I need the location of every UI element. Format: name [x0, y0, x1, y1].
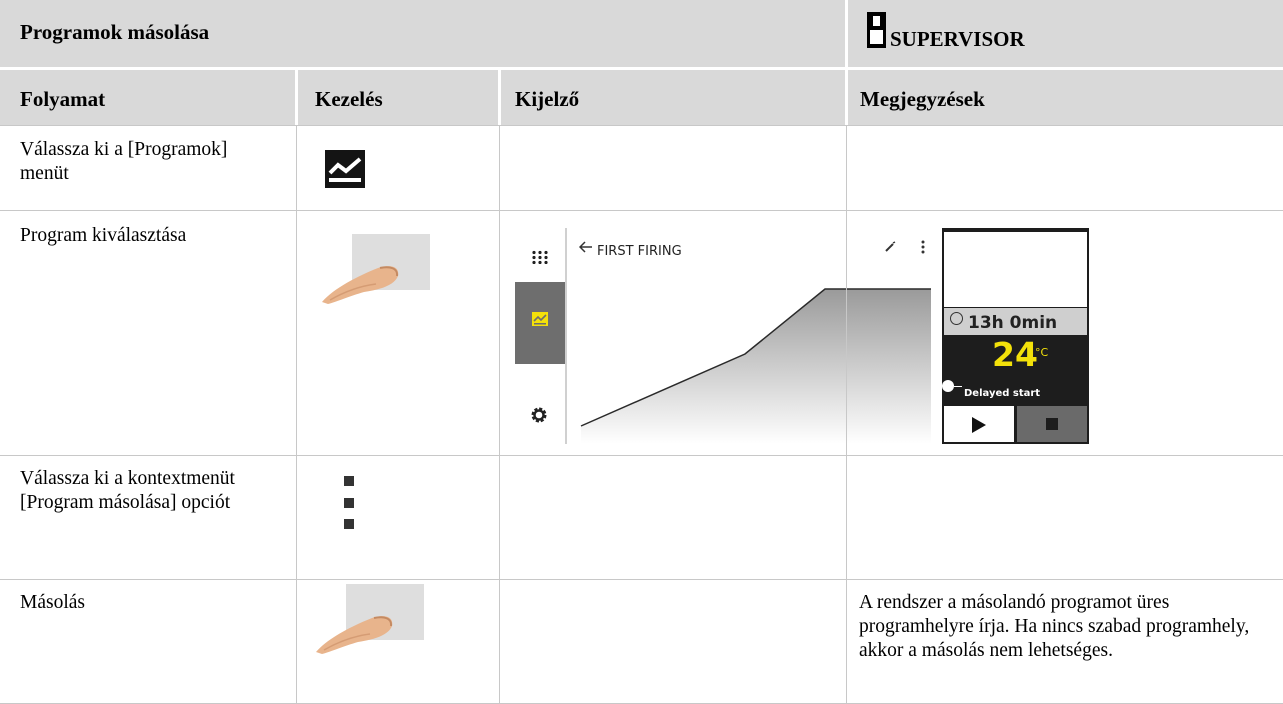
column-divider	[296, 125, 297, 704]
finger-tap-icon	[316, 584, 424, 654]
row-divider	[0, 210, 1283, 211]
duration-value: 13h 0min	[968, 313, 1058, 333]
note-text: A rendszer a másolandó programot üres pr…	[859, 592, 1250, 661]
temperature-unit: °C	[1035, 346, 1049, 359]
column-divider	[846, 125, 847, 704]
apps-grid-icon[interactable]	[531, 250, 549, 264]
step-text: Program kiválasztása	[20, 225, 187, 246]
column-header-kijelzo: Kijelző	[501, 70, 845, 125]
finger-tap-icon	[322, 234, 430, 304]
toggle-knob[interactable]	[942, 380, 954, 392]
column-header-label: Kijelző	[515, 87, 580, 111]
table-title: Programok másolása	[20, 20, 210, 44]
table-row: Válassza ki a [Programok] menüt	[0, 125, 1283, 211]
play-icon	[972, 417, 986, 433]
table-row: Másolás A rendszer a másolandó programot…	[0, 580, 1283, 704]
firing-curve-chart	[580, 288, 931, 444]
role-label: SUPERVISOR	[890, 27, 1025, 51]
column-divider	[499, 125, 500, 704]
status-panel: 13h 0min 24 °C Delayed start	[942, 228, 1089, 444]
stop-button[interactable]	[1017, 406, 1087, 442]
user-icon	[867, 12, 886, 48]
side-nav	[515, 228, 567, 444]
column-header-label: Kezelés	[315, 87, 383, 111]
program-chart-icon	[325, 150, 365, 188]
table-title-cell: Programok másolása	[0, 0, 845, 67]
row-divider	[0, 455, 1283, 456]
table-row: Válassza ki a kontextmenüt [Program máso…	[0, 456, 1283, 580]
instruction-table: Programok másolása SUPERVISOR Folyamat K…	[0, 0, 1283, 704]
duration-row: 13h 0min	[944, 308, 1087, 335]
gear-icon[interactable]	[530, 406, 548, 424]
program-chart-icon	[532, 312, 548, 326]
kebab-menu-icon	[344, 476, 354, 529]
role-cell: SUPERVISOR	[848, 0, 1283, 67]
programs-tab[interactable]	[515, 282, 565, 364]
row-divider	[0, 579, 1283, 580]
column-header-megjegyzesek: Megjegyzések	[848, 70, 1283, 125]
temperature-value: 24	[992, 335, 1038, 374]
step-text: Válassza ki a kontextmenüt [Program máso…	[20, 468, 235, 513]
step-text: Másolás	[20, 592, 85, 613]
column-header-label: Folyamat	[20, 87, 106, 111]
row-divider	[0, 125, 1283, 126]
delayed-start-label[interactable]: Delayed start	[964, 382, 1040, 406]
start-button[interactable]	[944, 406, 1014, 442]
status-display	[944, 232, 1087, 307]
stop-icon	[1046, 418, 1058, 430]
step-text: Válassza ki a [Programok] menüt	[20, 139, 228, 184]
column-header-label: Megjegyzések	[860, 87, 985, 111]
column-header-folyamat: Folyamat	[0, 70, 295, 125]
toggle-track	[954, 386, 962, 387]
table-row: Program kiválasztása FIRST FIRING 13h 0m…	[0, 211, 1283, 456]
device-screen: FIRST FIRING 13h 0min 24 °C Delayed star…	[515, 228, 1089, 444]
column-header-kezeles: Kezelés	[298, 70, 498, 125]
clock-icon	[950, 312, 963, 325]
